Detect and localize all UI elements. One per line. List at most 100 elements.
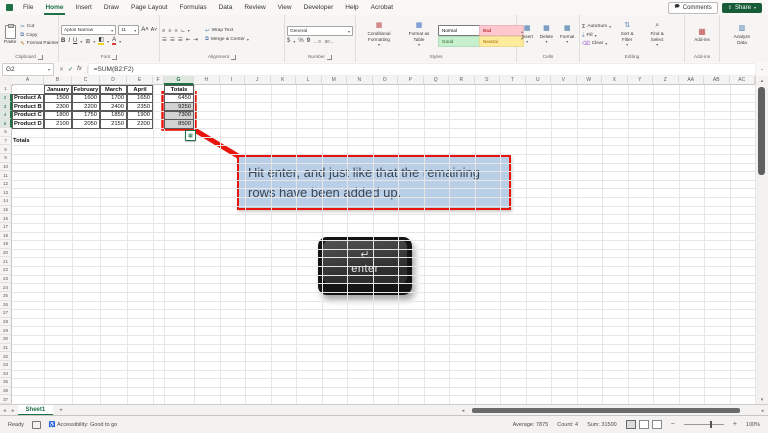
row-header-25[interactable]: 25 <box>0 291 12 301</box>
align-right-icon[interactable]: ☰ <box>178 37 183 43</box>
average-status[interactable]: Average: 7875 <box>513 422 549 428</box>
column-header-P[interactable]: P <box>398 76 424 85</box>
formula-input[interactable]: =SUM(B2:F2) <box>87 62 756 76</box>
column-header-J[interactable]: J <box>245 76 271 85</box>
tab-view[interactable]: View <box>272 0 298 15</box>
font-color-button[interactable]: A <box>112 37 117 45</box>
row-header-10[interactable]: 10 <box>0 162 12 172</box>
tab-review[interactable]: Review <box>238 0 271 15</box>
currency-format-button[interactable]: $ <box>287 38 290 44</box>
tab-formulas[interactable]: Formulas <box>174 0 213 15</box>
scroll-left-icon[interactable]: ◂ <box>458 408 468 414</box>
column-header-F[interactable]: F <box>153 76 164 85</box>
tab-file[interactable]: File <box>17 0 39 15</box>
borders-button[interactable]: ⊞ <box>85 38 90 45</box>
row-header-13[interactable]: 13 <box>0 188 12 198</box>
column-header-X[interactable]: X <box>602 76 628 85</box>
add-sheet-button[interactable]: + <box>53 408 69 414</box>
column-header-O[interactable]: O <box>372 76 398 85</box>
row-header-1[interactable]: 1 <box>0 85 12 94</box>
column-header-AC[interactable]: AC <box>729 76 755 85</box>
tab-home[interactable]: Home <box>39 0 69 15</box>
insert-function-icon[interactable]: fx <box>77 66 82 72</box>
row-header-3[interactable]: 3 <box>0 102 12 111</box>
row-header-16[interactable]: 16 <box>0 214 12 223</box>
row-header-14[interactable]: 14 <box>0 197 12 206</box>
font-size-select[interactable]: 11 ▾ <box>118 25 140 35</box>
column-header-Y[interactable]: Y <box>627 76 653 85</box>
sheet-nav-right-icon[interactable]: ▸ <box>9 408 18 414</box>
percent-format-button[interactable]: % <box>298 38 303 44</box>
zoom-slider[interactable] <box>683 421 724 428</box>
page-layout-view-icon[interactable] <box>638 420 649 429</box>
row-header-30[interactable]: 30 <box>0 335 12 344</box>
row-header-36[interactable]: 36 <box>0 386 12 396</box>
comma-format-button[interactable]: 9 <box>307 38 310 44</box>
dialog-launcher-icon[interactable] <box>112 55 118 60</box>
column-header-N[interactable]: N <box>347 76 373 85</box>
autofill-options-button[interactable]: ▦ <box>185 130 196 142</box>
dialog-launcher-icon[interactable] <box>37 55 43 60</box>
row-header-18[interactable]: 18 <box>0 231 12 241</box>
align-center-icon[interactable]: ☰ <box>170 37 175 43</box>
align-left-icon[interactable]: ☰ <box>162 37 167 43</box>
row-header-17[interactable]: 17 <box>0 222 12 232</box>
comments-button[interactable]: 🗩 Comments <box>668 1 718 14</box>
tab-developer[interactable]: Developer <box>298 0 340 15</box>
style-normal[interactable]: Normal <box>438 24 483 36</box>
fill-button[interactable]: ⤓ Fill ▾ <box>582 32 611 39</box>
delete-button[interactable]: ▦ Delete ▾ <box>538 25 555 45</box>
vertical-scrollbar[interactable]: ▴ ▾ <box>755 76 768 404</box>
row-header-29[interactable]: 29 <box>0 326 12 335</box>
tab-help[interactable]: Help <box>339 0 364 15</box>
analyze-data-button[interactable]: ▥ Analyze Data <box>727 25 757 45</box>
grow-font-button[interactable]: A˄ <box>141 27 149 33</box>
copy-button[interactable]: ⧉ Copy <box>20 32 58 39</box>
cell-product-d[interactable]: Product D <box>12 119 44 129</box>
column-header-U[interactable]: U <box>525 76 551 85</box>
font-name-select[interactable]: Aptos Narrow ▾ <box>61 25 117 35</box>
column-header-M[interactable]: M <box>321 76 347 85</box>
row-header-28[interactable]: 28 <box>0 317 12 327</box>
row-header-2[interactable]: 2 <box>0 93 12 103</box>
wrap-text-button[interactable]: ↩ Wrap Text <box>205 28 249 34</box>
column-header-G[interactable]: G <box>164 76 194 85</box>
dialog-launcher-icon[interactable] <box>231 55 237 60</box>
vertical-scrollbar-thumb[interactable] <box>758 87 765 175</box>
autosum-button[interactable]: Σ AutoSum ▾ <box>582 24 611 30</box>
cell-value[interactable]: 2050 <box>72 119 100 129</box>
horizontal-scrollbar-thumb[interactable] <box>472 408 740 413</box>
increase-indent-icon[interactable]: ⇥ <box>193 37 198 43</box>
sort-filter-button[interactable]: ⇅ Sort & Filter ▾ <box>613 22 641 47</box>
number-format-select[interactable]: General ▾ <box>287 26 353 36</box>
cell-value[interactable]: 2150 <box>100 119 127 129</box>
bold-button[interactable]: B <box>61 38 65 44</box>
format-button[interactable]: ▦ Format ▾ <box>558 25 577 45</box>
sum-status[interactable]: Sum: 31500 <box>587 422 617 428</box>
name-box[interactable]: G2 ▾ <box>2 62 54 76</box>
zoom-slider-thumb[interactable] <box>709 421 712 428</box>
cell-totals-label[interactable]: Totals <box>12 137 44 146</box>
column-header-Z[interactable]: Z <box>653 76 679 85</box>
merge-center-button[interactable]: ⧉ Merge & Center ▾ <box>205 36 249 43</box>
column-header-S[interactable]: S <box>474 76 500 85</box>
dialog-launcher-icon[interactable] <box>327 55 333 60</box>
row-header-15[interactable]: 15 <box>0 205 12 215</box>
row-header-19[interactable]: 19 <box>0 240 12 249</box>
column-header-V[interactable]: V <box>551 76 577 85</box>
row-header-6[interactable]: 6 <box>0 128 12 137</box>
tab-acrobat[interactable]: Acrobat <box>365 0 399 15</box>
row-header-12[interactable]: 12 <box>0 179 12 189</box>
align-middle-icon[interactable]: ≡ <box>168 28 171 34</box>
tab-draw[interactable]: Draw <box>98 0 125 15</box>
row-header-4[interactable]: 4 <box>0 110 12 120</box>
cut-button[interactable]: ✂ Cut <box>20 24 58 30</box>
column-header-B[interactable]: B <box>44 76 72 85</box>
decrease-indent-icon[interactable]: ⇤ <box>186 37 191 43</box>
orientation-button[interactable]: ⦦ <box>181 28 185 34</box>
italic-button[interactable]: I <box>68 38 70 44</box>
align-bottom-icon[interactable]: ≡ <box>174 28 177 34</box>
column-header-W[interactable]: W <box>576 76 602 85</box>
column-header-A[interactable]: A <box>12 76 44 85</box>
addins-button[interactable]: ▦ Add-ins <box>692 27 712 42</box>
